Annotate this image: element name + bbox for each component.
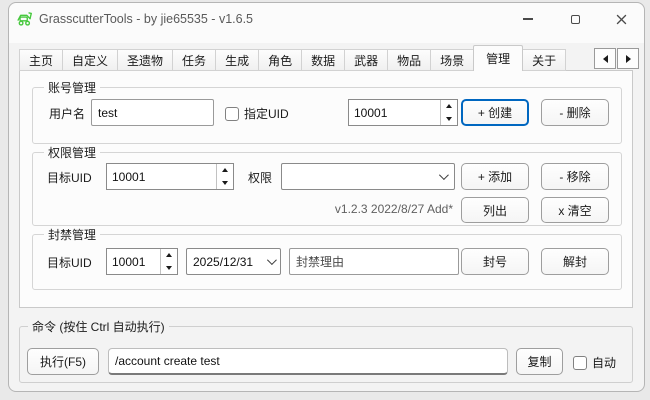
ban-button[interactable]: 封号 (461, 248, 529, 275)
ban-date-value: 2025/12/31 (193, 255, 253, 269)
ban-target-uid-label: 目标UID (47, 254, 92, 271)
ban-date-picker[interactable]: 2025/12/31 (186, 248, 281, 275)
maximize-button[interactable] (553, 4, 598, 34)
permission-label: 权限 (248, 169, 272, 186)
close-icon (616, 14, 627, 25)
chevron-down-icon (439, 170, 449, 180)
tab-item[interactable]: 物品 (388, 49, 431, 71)
command-group-title: 命令 (按住 Ctrl 自动执行) (28, 318, 169, 335)
tab-strip: 主页自定义圣遗物任务生成角色数据武器物品场景管理关于 (19, 45, 566, 71)
spin-down-button[interactable] (161, 262, 177, 275)
account-uid-spinner (348, 99, 458, 126)
account-uid-input[interactable] (349, 100, 440, 125)
spin-down-button[interactable] (441, 113, 457, 126)
permission-combobox[interactable] (281, 163, 455, 190)
unban-button[interactable]: 解封 (541, 248, 609, 275)
delete-account-button[interactable]: - 删除 (541, 99, 609, 126)
tab-data[interactable]: 数据 (302, 49, 345, 71)
grasscutter-logo-icon (16, 10, 33, 27)
up-arrow-icon (446, 104, 452, 108)
maximize-icon (571, 15, 580, 24)
close-button[interactable] (599, 4, 644, 34)
spinner-buttons (216, 164, 233, 189)
right-arrow-icon (626, 55, 631, 63)
tab-scroll-left-button[interactable] (594, 48, 616, 69)
copy-command-button[interactable]: 复制 (516, 348, 563, 375)
down-arrow-icon (166, 266, 172, 270)
minimize-button[interactable] (505, 4, 550, 34)
auto-execute-checkbox[interactable]: 自动 (573, 354, 616, 371)
permission-group-title: 权限管理 (44, 144, 100, 161)
tab-management[interactable]: 管理 (473, 45, 523, 71)
auto-execute-label: 自动 (592, 354, 616, 371)
management-tab-page: 账号管理 用户名 指定UID + 创建 - 删除 权限管理 目标UID (19, 70, 633, 308)
perm-target-uid-label: 目标UID (47, 169, 92, 186)
spin-up-button[interactable] (217, 164, 233, 177)
username-field-wrap (91, 99, 214, 126)
chevron-down-icon (267, 255, 277, 265)
remove-permission-button[interactable]: - 移除 (541, 163, 609, 190)
run-command-button[interactable]: 执行(F5) (27, 348, 99, 375)
create-account-button[interactable]: + 创建 (461, 99, 529, 126)
tab-artifact[interactable]: 圣遗物 (118, 49, 173, 71)
spin-down-button[interactable] (217, 177, 233, 190)
tab-home[interactable]: 主页 (19, 49, 63, 71)
ban-group: 封禁管理 目标UID 2025/12/31 封号 解封 (32, 234, 622, 290)
add-permission-button[interactable]: + 添加 (461, 163, 529, 190)
tab-quest[interactable]: 任务 (173, 49, 216, 71)
ban-reason-input[interactable] (290, 249, 458, 274)
account-group: 账号管理 用户名 指定UID + 创建 - 删除 (32, 87, 622, 144)
spin-up-button[interactable] (441, 100, 457, 113)
command-input[interactable] (109, 349, 507, 373)
down-arrow-icon (446, 117, 452, 121)
tab-avatar[interactable]: 角色 (259, 49, 302, 71)
up-arrow-icon (166, 253, 172, 257)
app-window: GrasscutterTools - by jie65535 - v1.6.5 … (8, 2, 645, 392)
command-group: 命令 (按住 Ctrl 自动执行) 执行(F5) 复制 自动 (19, 326, 633, 383)
spinner-buttons (440, 100, 457, 125)
perm-uid-input[interactable] (107, 164, 216, 189)
checkbox-box-icon (225, 107, 239, 121)
left-arrow-icon (603, 55, 608, 63)
up-arrow-icon (222, 168, 228, 172)
spin-up-button[interactable] (161, 249, 177, 262)
perm-uid-spinner (106, 163, 234, 190)
account-group-title: 账号管理 (44, 79, 100, 96)
window-title: GrasscutterTools - by jie65535 - v1.6.5 (39, 12, 253, 26)
tab-about[interactable]: 关于 (523, 49, 566, 71)
minimize-icon (523, 18, 533, 19)
command-field-wrap (108, 348, 508, 375)
username-input[interactable] (92, 100, 213, 125)
spinner-buttons (160, 249, 177, 274)
titlebar: GrasscutterTools - by jie65535 - v1.6.5 (9, 3, 644, 43)
down-arrow-icon (222, 181, 228, 185)
tab-scene[interactable]: 场景 (431, 49, 474, 71)
list-permission-button[interactable]: 列出 (461, 197, 529, 223)
tab-spawn[interactable]: 生成 (216, 49, 259, 71)
ban-group-title: 封禁管理 (44, 226, 100, 243)
ban-reason-field-wrap (289, 248, 459, 275)
clear-permission-button[interactable]: x 清空 (541, 197, 609, 223)
tab-weapon[interactable]: 武器 (345, 49, 388, 71)
ban-uid-spinner (106, 248, 178, 275)
tab-custom[interactable]: 自定义 (63, 49, 118, 71)
username-label: 用户名 (49, 105, 85, 122)
checkbox-box-icon (573, 356, 587, 370)
specify-uid-label: 指定UID (244, 105, 289, 122)
specify-uid-checkbox[interactable]: 指定UID (225, 105, 289, 122)
ban-uid-input[interactable] (107, 249, 160, 274)
tab-scroll-right-button[interactable] (617, 48, 639, 69)
permission-group: 权限管理 目标UID 权限 + 添加 - 移除 v1.2.3 2022/8/27… (32, 152, 622, 226)
permission-version-note: v1.2.3 2022/8/27 Add* (268, 202, 453, 216)
